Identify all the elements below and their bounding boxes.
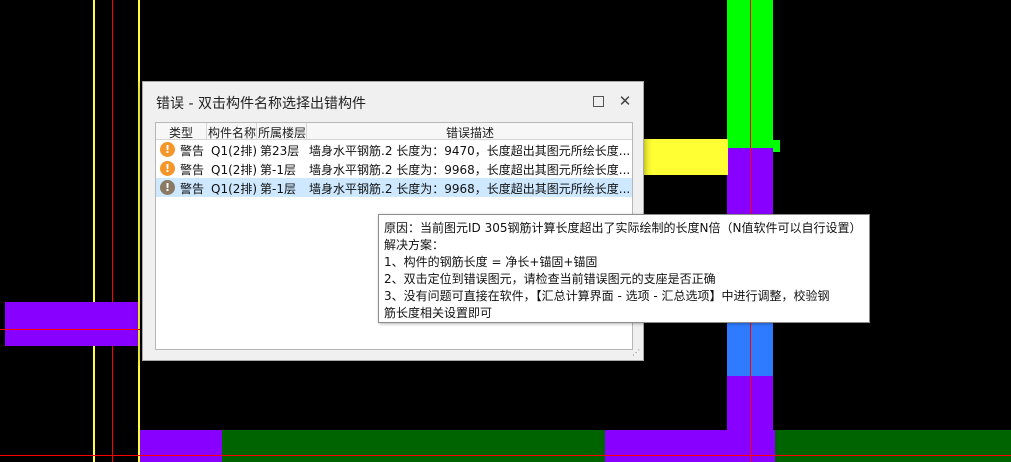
- table-header: 类型 构件名称 所属楼层 错误描述: [156, 123, 632, 140]
- wall-bottom-purple-left: [140, 430, 222, 462]
- warning-icon: !: [160, 180, 175, 195]
- maximize-icon: [592, 95, 604, 107]
- wall-left-vertical: [93, 0, 140, 462]
- tooltip-reason: 原因：当前图元ID 305钢筋计算长度超出了实际绘制的长度N倍（N值软件可以自行…: [384, 221, 862, 235]
- close-button[interactable]: ✕: [614, 90, 636, 112]
- tooltip-step-1: 1、构件的钢筋长度 = 净长+锚固+锚固: [384, 255, 598, 269]
- row-component-name[interactable]: Q1(2排): [211, 142, 257, 159]
- row-floor: 第-1层: [260, 163, 296, 177]
- tooltip-solution-heading: 解决方案：: [384, 238, 445, 252]
- dialog-title: 错误 - 双击构件名称选择出错构件: [156, 96, 366, 112]
- row-type: 警告: [180, 163, 205, 177]
- row-type: 警告: [180, 144, 205, 158]
- dialog-titlebar[interactable]: 错误 - 双击构件名称选择出错构件 ✕: [143, 82, 643, 120]
- table-row[interactable]: ! 警告 Q1(2排) 第23层 墙身水平钢筋.2 长度为：9470，长度超出其…: [156, 140, 632, 159]
- row-component-name[interactable]: Q1(2排): [211, 161, 257, 178]
- row-description: 墙身水平钢筋.2 长度为：9470，长度超出其图元所绘长度...: [309, 144, 630, 158]
- row-component-name[interactable]: Q1(2排): [211, 180, 257, 197]
- resize-grip-icon[interactable]: ⋰: [632, 348, 640, 357]
- row-floor: 第-1层: [260, 182, 296, 196]
- tooltip-step-2: 2、双击定位到错误图元，请检查当前错误图元的支座是否正确: [384, 272, 716, 286]
- column-header-description[interactable]: 错误描述: [446, 124, 494, 141]
- column-header-floor[interactable]: 所属楼层: [258, 124, 306, 141]
- axis-line-vertical-left: [112, 0, 113, 462]
- column-header-type[interactable]: 类型: [169, 124, 193, 141]
- error-tooltip: 原因：当前图元ID 305钢筋计算长度超出了实际绘制的长度N倍（N值软件可以自行…: [378, 214, 870, 323]
- row-description: 墙身水平钢筋.2 长度为：9968，长度超出其图元所绘长度...: [309, 182, 630, 196]
- slab-bottom-green-right: [775, 430, 1011, 462]
- tooltip-step-3-continued: 筋长度相关设置即可: [384, 306, 493, 320]
- row-floor: 第23层: [260, 144, 300, 158]
- tooltip-step-3: 3、没有问题可直接在软件，【汇总计算界面 - 选项 - 汇总选项】中进行调整，校…: [384, 289, 830, 303]
- column-header-name[interactable]: 构件名称: [208, 124, 256, 141]
- close-icon: ✕: [618, 92, 632, 110]
- axis-line-horizontal-bottom: [0, 455, 1011, 456]
- table-row[interactable]: ! 警告 Q1(2排) 第-1层 墙身水平钢筋.2 长度为：9968，长度超出其…: [156, 159, 632, 178]
- warning-icon: !: [160, 161, 175, 176]
- table-row-selected[interactable]: ! 警告 Q1(2排) 第-1层 墙身水平钢筋.2 长度为：9968，长度超出其…: [156, 178, 632, 197]
- row-description: 墙身水平钢筋.2 长度为：9968，长度超出其图元所绘长度...: [309, 163, 630, 177]
- maximize-button[interactable]: [587, 90, 609, 112]
- axis-line-horizontal-left: [0, 329, 140, 330]
- row-type: 警告: [180, 182, 205, 196]
- wall-left-horizontal: [5, 302, 138, 346]
- warning-icon: !: [160, 142, 175, 157]
- slab-bottom-green: [222, 430, 605, 462]
- wall-yellow-horizontal: [640, 139, 728, 175]
